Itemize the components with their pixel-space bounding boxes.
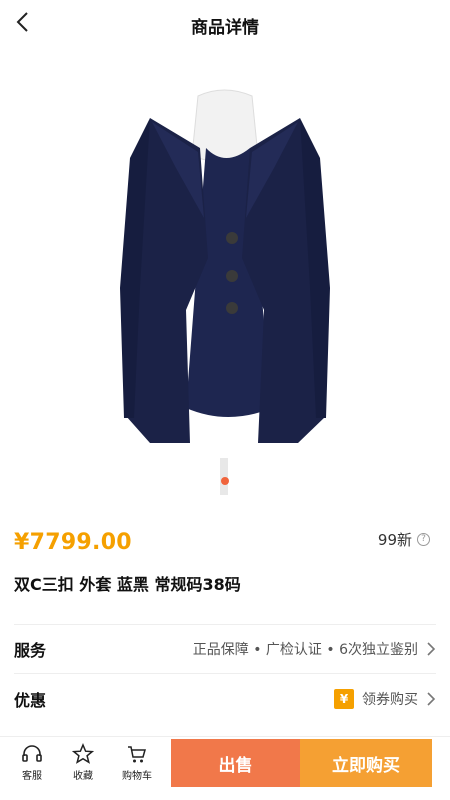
page-title: 商品详情 (191, 18, 259, 38)
customer-service-label: 客服 (22, 771, 42, 782)
condition-label: 99新 (377, 531, 412, 549)
product-image (120, 89, 330, 495)
buy-now-button[interactable]: 立即购买 (300, 739, 432, 787)
promo-label: 优惠 (14, 691, 47, 710)
favorite-label: 收藏 (73, 771, 93, 782)
question-icon[interactable]: ? (417, 533, 430, 546)
service-right: 正品保障 • 广检认证 • 6次独立鉴别 (193, 639, 436, 659)
service-value: 正品保障 • 广检认证 • 6次独立鉴别 (192, 642, 418, 658)
carousel-indicator-dot[interactable] (221, 477, 229, 485)
cart-button[interactable]: 购物车 (113, 743, 161, 782)
promo-row[interactable]: 优惠 ¥ 领券购买 (14, 674, 436, 724)
service-row[interactable]: 服务 正品保障 • 广检认证 • 6次独立鉴别 (14, 624, 436, 674)
coupon-icon: ¥ (334, 689, 354, 709)
star-icon (72, 743, 94, 764)
customer-service-button[interactable]: 客服 (8, 743, 56, 782)
chevron-right-icon (427, 692, 436, 706)
headset-icon (22, 745, 42, 762)
product-price: ¥7799.00 (14, 530, 132, 555)
header-bar: 商品详情 (0, 0, 450, 48)
product-name: 双C三扣 外套 蓝黑 常规码38码 (14, 575, 241, 594)
cart-label: 购物车 (122, 771, 152, 782)
bottom-action-bar: 客服 收藏 购物车 出售 立即购买 (0, 736, 450, 800)
promo-right: ¥ 领券购买 (334, 689, 436, 709)
shopping-cart-icon (128, 746, 146, 763)
sell-button[interactable]: 出售 (171, 739, 300, 787)
condition-badge[interactable]: 99新 ? (378, 529, 430, 550)
service-label: 服务 (14, 641, 47, 660)
chevron-right-icon (427, 642, 436, 656)
favorite-button[interactable]: 收藏 (59, 743, 107, 782)
promo-value: 领券购买 (362, 692, 418, 708)
product-image-carousel[interactable] (0, 48, 450, 495)
